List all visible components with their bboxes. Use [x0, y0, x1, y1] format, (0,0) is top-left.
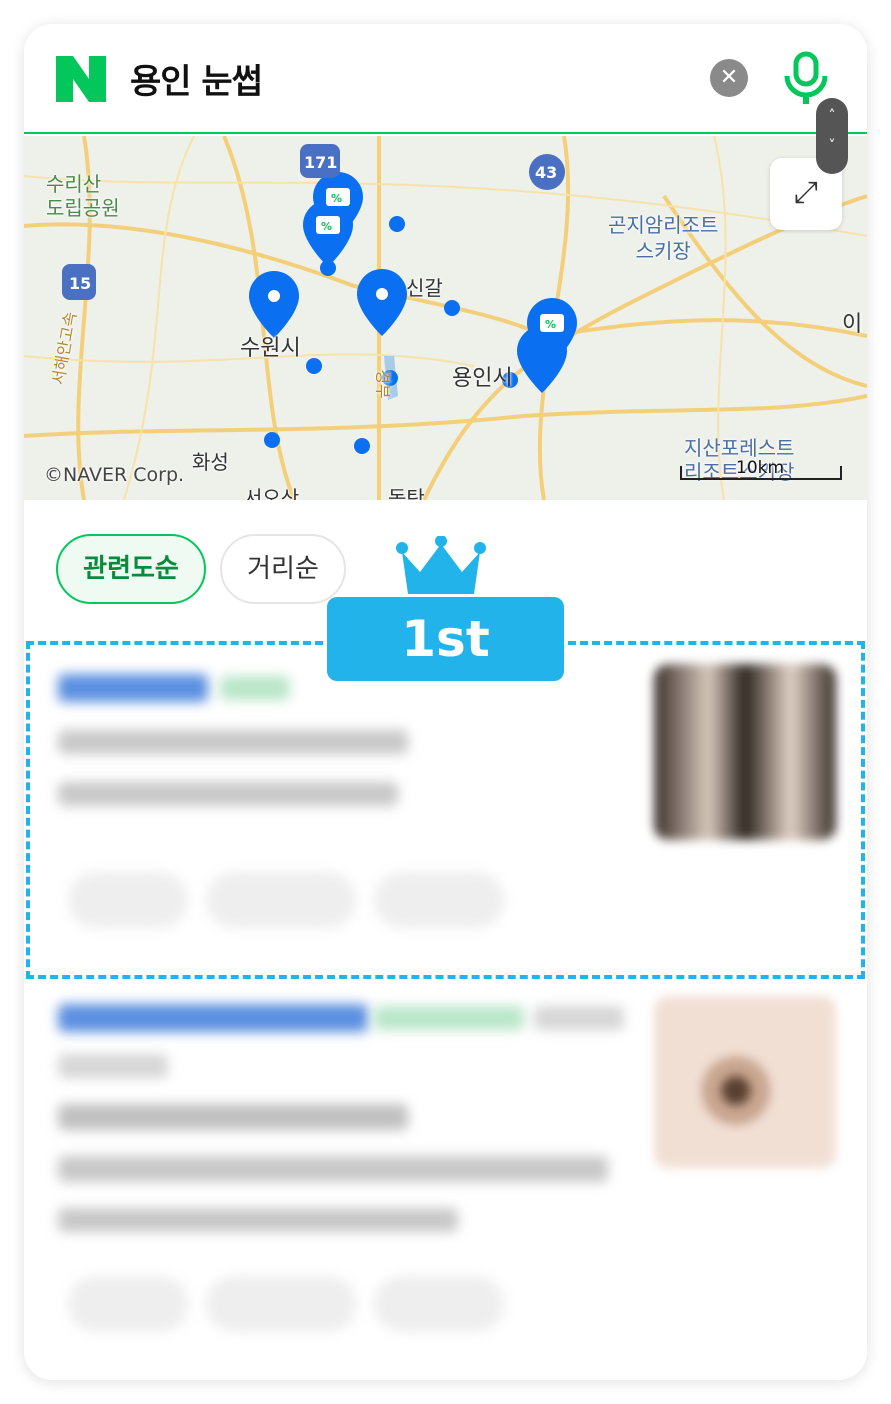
map-label: 신갈 [406, 276, 443, 300]
mic-icon[interactable] [782, 50, 830, 106]
shield-15: 15 [69, 274, 91, 293]
result-description-blurred [58, 1156, 608, 1182]
map-label: 화성 [192, 450, 229, 474]
sort-distance-chip[interactable]: 거리순 [220, 534, 346, 604]
clear-search-button[interactable]: ✕ [710, 59, 748, 97]
svg-text:%: % [321, 220, 332, 233]
map-marker [354, 438, 370, 454]
search-input[interactable]: 용인 눈썹 [130, 54, 263, 103]
result-title-blurred[interactable] [58, 1004, 368, 1032]
svg-text:%: % [331, 192, 342, 205]
share-button[interactable] [374, 1276, 504, 1332]
map-scale-label: 10km [736, 458, 785, 478]
shield-171: 171 [304, 153, 337, 172]
map-pin [357, 269, 407, 336]
map-label: 서오산 [244, 486, 300, 500]
map-label: 수리산 도립공원 [46, 172, 120, 220]
crown-icon [396, 536, 486, 594]
rank-badge: 1st [327, 597, 564, 681]
result-thumbnail[interactable] [654, 996, 836, 1168]
map-copyright: ©NAVER Corp. [44, 464, 185, 486]
result-category-blurred [58, 1054, 168, 1078]
map-label: 동탄 [388, 486, 425, 500]
map-label: 수원시 [240, 336, 301, 361]
map-label: 경부 [373, 369, 393, 399]
map-label: 이 [842, 312, 863, 337]
map-marker [444, 300, 460, 316]
search-result-card: 용인 눈썹 ✕ ˄ ˅ % % % 171 15 43 수리산 도립공원 곤지암… [24, 24, 867, 1380]
close-icon: ✕ [719, 65, 739, 90]
result-badge-blurred [374, 1006, 524, 1030]
highlight-frame [26, 641, 865, 979]
map-marker [389, 216, 405, 232]
map-label: 곤지암리조트 스키장 [608, 213, 719, 263]
map-label: 용인시 [452, 366, 513, 391]
map-pin [249, 271, 299, 338]
map-marker [306, 358, 322, 374]
scroll-handle[interactable]: ˄ ˅ [816, 98, 848, 174]
expand-icon: ⤢ [794, 175, 818, 210]
shield-43: 43 [535, 163, 557, 182]
search-bar: 용인 눈썹 ✕ [24, 24, 867, 134]
sort-relevance-chip[interactable]: 관련도순 [56, 534, 206, 604]
result-category-blurred [534, 1006, 624, 1030]
result-address-blurred [58, 1208, 458, 1232]
naver-logo-icon[interactable] [56, 56, 106, 102]
map-marker [264, 432, 280, 448]
directions-button[interactable] [206, 1276, 356, 1332]
call-button[interactable] [68, 1276, 188, 1332]
map-view[interactable]: %%% 171 15 43 수리산 도립공원 곤지암리조트 스키장 수원시 신갈 용… [24, 136, 867, 500]
svg-text:%: % [545, 318, 556, 331]
map-markers [249, 172, 577, 454]
result-status-blurred [58, 1104, 408, 1130]
